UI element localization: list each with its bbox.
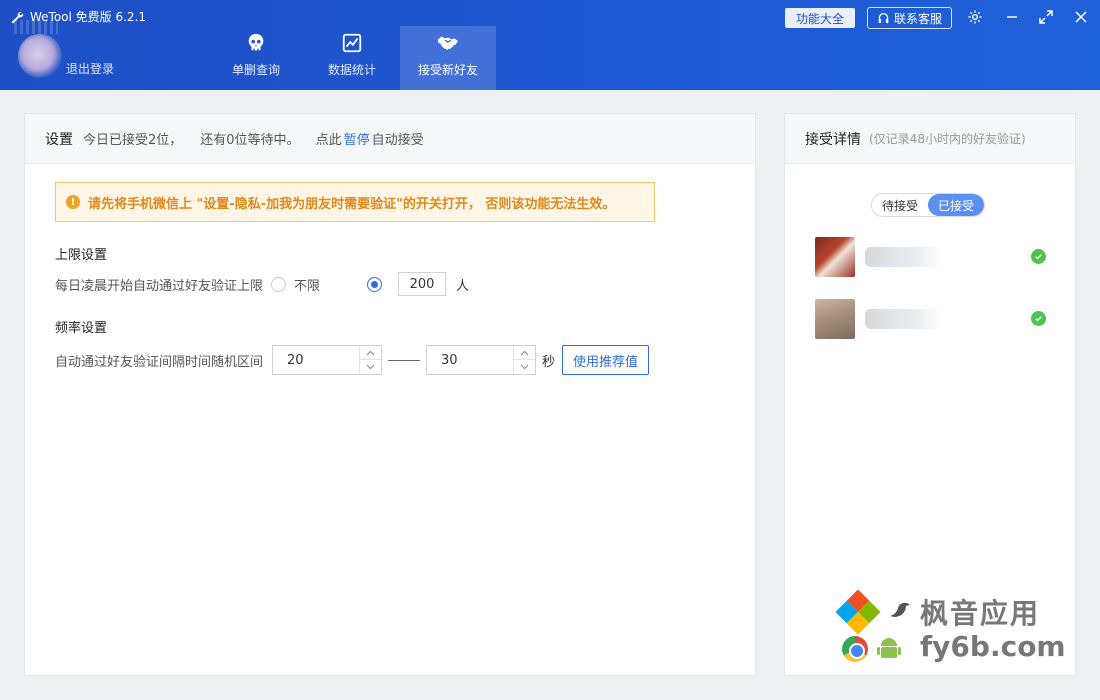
maximize-icon: [1039, 10, 1053, 24]
frequency-unit: 秒: [542, 354, 556, 370]
unlimited-radio[interactable]: [271, 276, 287, 292]
check-icon: [1031, 249, 1046, 264]
bird-icon: [890, 602, 910, 617]
settings-title: 设置: [45, 131, 73, 148]
tab-single-delete-check[interactable]: 单删查询: [208, 26, 304, 90]
watermark-text-line1: 枫音应用: [920, 597, 1041, 630]
stepper-arrows: [513, 346, 536, 374]
maximize-button[interactable]: [1037, 8, 1055, 26]
contact-service-label: 联系客服: [893, 11, 942, 26]
frequency-max-value: 30: [441, 352, 458, 368]
stepper-down[interactable]: [514, 360, 535, 374]
warning-banner: ! 请先将手机微信上 "设置-隐私-加我为朋友时需要验证"的开关打开， 否则该功…: [55, 182, 655, 222]
list-item[interactable]: [815, 299, 1055, 339]
handshake-icon: [437, 36, 459, 50]
gear-icon: [968, 10, 982, 24]
title-bar: WeTool 免费版 6.2.1 退出登录 单删查询 数据统计 接受新好友 功能…: [0, 0, 1100, 90]
limit-unit: 人: [456, 278, 470, 294]
close-button[interactable]: [1072, 8, 1090, 26]
chart-icon: [342, 33, 362, 53]
tab-label: 接受新好友: [417, 63, 478, 77]
unlimited-label: 不限: [294, 278, 321, 294]
limit-section-title: 上限设置: [55, 248, 108, 263]
frequency-min-value: 20: [287, 352, 304, 368]
settings-panel: 设置 今日已接受2位， 还有0位等待中。 点此 暂停 自动接受 ! 请先将手机微…: [24, 113, 756, 676]
tab-pending[interactable]: 待接受: [872, 194, 928, 216]
frequency-label: 自动通过好友验证间隔时间随机区间: [55, 354, 264, 370]
frequency-section-title: 频率设置: [55, 321, 108, 336]
details-subtitle: (仅记录48小时内的好友验证): [869, 132, 1026, 146]
check-icon: [1031, 311, 1046, 326]
avatar: [815, 237, 855, 277]
tab-label: 数据统计: [327, 63, 376, 77]
avatar: [815, 299, 855, 339]
range-separator: [388, 359, 421, 361]
watermark-text-line2: fy6b.com: [920, 630, 1066, 663]
list-item[interactable]: [815, 237, 1055, 277]
user-avatar[interactable]: [14, 20, 62, 78]
stepper-arrows: [359, 346, 382, 374]
chevron-up-icon: [520, 350, 529, 355]
logout-link[interactable]: 退出登录: [66, 60, 114, 77]
stepper-down[interactable]: [360, 360, 381, 374]
android-icon: [877, 638, 901, 658]
click-here-text: 点此: [315, 133, 342, 148]
friend-name-redacted: [865, 247, 941, 267]
tab-accept-new-friends[interactable]: 接受新好友: [400, 26, 496, 90]
chevron-down-icon: [366, 364, 375, 370]
watermark: 枫音应用 fy6b.com: [835, 589, 1066, 670]
settings-header: 设置 今日已接受2位， 还有0位等待中。 点此 暂停 自动接受: [25, 114, 755, 164]
settings-button[interactable]: [966, 8, 984, 26]
main-nav: 单删查询 数据统计 接受新好友: [208, 26, 496, 90]
headset-icon: [878, 12, 889, 23]
details-header: 接受详情 (仅记录48小时内的好友验证): [785, 114, 1075, 164]
frequency-min-stepper[interactable]: 20: [272, 345, 383, 375]
warning-icon: !: [66, 195, 80, 209]
tab-accepted[interactable]: 已接受: [928, 194, 985, 216]
details-title: 接受详情: [805, 131, 861, 148]
accepted-count-text: 今日已接受2位，: [83, 133, 183, 148]
minimize-icon: [1007, 16, 1017, 18]
tab-data-stats[interactable]: 数据统计: [304, 26, 400, 90]
features-button[interactable]: 功能大全: [785, 8, 855, 28]
frequency-row: 自动通过好友验证间隔时间随机区间 20 30 秒 使用推荐值: [55, 345, 650, 375]
chevron-up-icon: [366, 350, 375, 355]
pause-link[interactable]: 暂停: [344, 129, 370, 148]
limit-row: 每日凌晨开始自动通过好友验证上限 不限 200 人: [55, 272, 469, 296]
stepper-up[interactable]: [514, 346, 536, 360]
close-icon: [1075, 11, 1087, 23]
tab-label: 单删查询: [231, 63, 280, 77]
warning-text: 请先将手机微信上 "设置-隐私-加我为朋友时需要验证"的开关打开， 否则该功能无…: [88, 196, 616, 212]
limit-input[interactable]: 200: [398, 272, 447, 296]
contact-service-button[interactable]: 联系客服: [867, 7, 952, 29]
frequency-max-stepper[interactable]: 30: [426, 345, 537, 375]
friend-name-redacted: [865, 309, 941, 329]
skull-icon: [248, 33, 264, 51]
chevron-down-icon: [520, 364, 529, 370]
chrome-logo-icon: [842, 636, 868, 662]
stepper-up[interactable]: [360, 346, 382, 360]
details-tabs: 待接受 已接受: [871, 193, 986, 217]
use-recommended-button[interactable]: 使用推荐值: [562, 345, 650, 375]
limit-label: 每日凌晨开始自动通过好友验证上限: [55, 278, 264, 294]
waiting-count-text: 还有0位等待中。: [200, 133, 300, 148]
minimize-button[interactable]: [1003, 8, 1021, 26]
windows-logo-icon: [835, 589, 881, 635]
auto-accept-text: 自动接受: [371, 133, 424, 148]
limit-radio[interactable]: [367, 276, 383, 292]
